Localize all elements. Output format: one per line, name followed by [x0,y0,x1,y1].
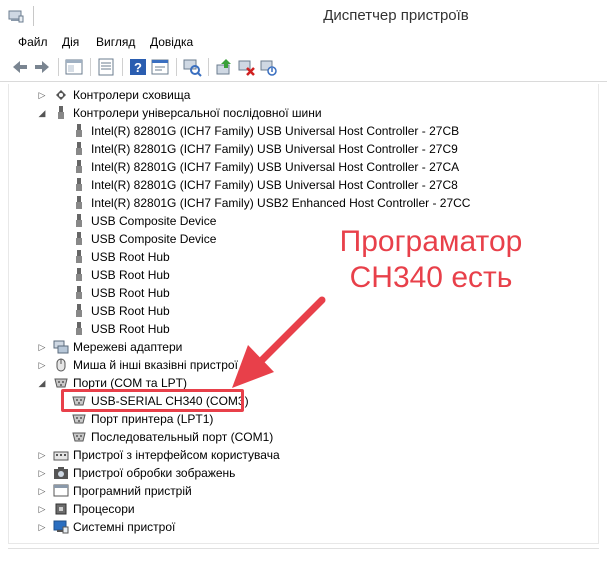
annotation-line-1: Програматор [339,225,523,258]
usb-device-icon [76,286,82,299]
usb-device-icon [76,322,82,335]
expand-arrow-icon[interactable]: ▷ [37,89,47,101]
usb-device-icon [76,178,82,191]
usb-device-icon [76,196,82,209]
node-label: Intel(R) 82801G (ICH7 Family) USB Univer… [91,124,460,138]
software-device-icon [53,484,69,497]
expand-arrow-icon[interactable]: ▷ [37,467,47,479]
usb-device-icon [76,142,82,155]
menu-view[interactable]: Вигляд [96,35,135,49]
node-label: Порт принтера (LPT1) [91,412,214,426]
node-label: Порти (COM та LPT) [73,376,187,390]
node-label: Контролери сховища [73,88,191,102]
node-label: Процесори [73,502,135,516]
title-bar: Диспетчер пристроїв [0,0,607,32]
usb-device-icon [76,124,82,137]
hid-icon [53,451,69,461]
node-label: Контролери універсальної послідовної шин… [73,106,322,120]
node-label: Миша й інші вказівні пристрої [73,358,238,372]
node-label: USB Root Hub [91,304,170,318]
usb-device-icon [76,232,82,245]
toolbar-separator [176,58,177,76]
uninstall-icon[interactable] [236,57,256,77]
collapse-arrow-icon[interactable]: ◢ [37,377,47,389]
processor-icon [55,503,67,515]
node-label: Intel(R) 82801G (ICH7 Family) USB2 Enhan… [91,196,471,210]
show-hidden-icon[interactable] [96,57,116,77]
node-label: Програмний пристрій [73,484,192,498]
device-manager-window: Диспетчер пристроїв Файл Дія Вигляд Дові… [0,0,607,579]
usb-device-icon [76,214,82,227]
usb-device-icon [76,250,82,263]
annotation-text: Програматор CH340 есть [326,224,536,296]
usb-device-icon [76,268,82,281]
disable-icon[interactable] [258,57,278,77]
expand-arrow-icon[interactable]: ▷ [37,521,47,533]
camera-icon [54,467,68,479]
node-label: Пристрої обробки зображень [73,466,236,480]
node-label: USB Root Hub [91,322,170,336]
expand-arrow-icon[interactable]: ▷ [37,485,47,497]
properties-pane-icon[interactable] [64,57,84,77]
mouse-icon [56,358,66,372]
expand-arrow-icon[interactable]: ▷ [37,359,47,371]
node-label: USB Composite Device [91,214,217,228]
usb-controller-icon [58,106,64,119]
expand-arrow-icon[interactable]: ▷ [37,449,47,461]
node-label: Пристрої з інтерфейсом користувача [73,448,280,462]
port-icon [72,432,86,442]
menu-file[interactable]: Файл [18,35,48,49]
annotation-line-2: CH340 есть [349,261,513,294]
toolbar-separator [58,58,59,76]
usb-device-icon [76,160,82,173]
toolbar-separator [122,58,123,76]
node-label: Intel(R) 82801G (ICH7 Family) USB Univer… [91,142,458,156]
svg-text:?: ? [134,60,142,75]
node-label: USB Root Hub [91,250,170,264]
menu-bar: Файл Дія Вигляд Довідка [0,32,607,52]
window-title: Диспетчер пристроїв [323,7,469,24]
scan-hardware-icon[interactable] [182,57,202,77]
toolbar-separator [208,58,209,76]
device-tree[interactable]: ▷ Контролери сховища ◢ Контролери універ… [8,84,599,544]
system-device-icon [53,520,69,534]
highlight-box [61,389,244,412]
node-label: Intel(R) 82801G (ICH7 Family) USB Univer… [91,178,458,192]
collapse-arrow-icon[interactable]: ◢ [37,107,47,119]
help-icon[interactable]: ? [128,57,148,77]
node-label: USB Root Hub [91,286,170,300]
update-driver-icon[interactable] [214,57,234,77]
back-icon[interactable] [10,57,30,77]
forward-icon[interactable] [32,57,52,77]
properties-icon[interactable] [150,57,170,77]
menu-help[interactable]: Довідка [150,35,193,49]
node-label: Мережеві адаптери [73,340,183,354]
network-adapter-icon [53,340,69,354]
toolbar-separator [90,58,91,76]
port-icon [72,414,86,424]
storage-controller-icon [56,90,66,100]
expand-arrow-icon[interactable]: ▷ [37,503,47,515]
expand-arrow-icon[interactable]: ▷ [37,341,47,353]
node-label: USB Root Hub [91,268,170,282]
node-label: USB Composite Device [91,232,217,246]
menu-action[interactable]: Дія [62,35,79,49]
node-label: Системні пристрої [73,520,176,534]
toolbar: ? [0,52,607,82]
usb-device-icon [76,304,82,317]
node-label: Последовательный порт (COM1) [91,430,274,444]
status-bar [8,548,599,568]
node-label: Intel(R) 82801G (ICH7 Family) USB Univer… [91,160,460,174]
